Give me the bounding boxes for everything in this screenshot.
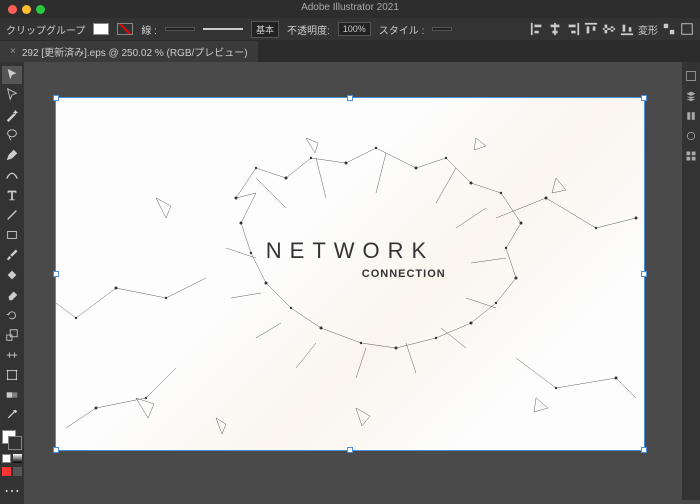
type-tool[interactable]: [2, 186, 22, 204]
resize-handle-ml[interactable]: [53, 271, 59, 277]
tools-panel: ⋯: [0, 62, 24, 504]
document-tab[interactable]: × 292 [更新済み].eps @ 250.02 % (RGB/プレビュー): [0, 41, 258, 62]
document-tab-strip: × 292 [更新済み].eps @ 250.02 % (RGB/プレビュー): [0, 40, 700, 62]
close-window-icon[interactable]: [8, 5, 17, 14]
pen-tool[interactable]: [2, 146, 22, 164]
align-top-icon[interactable]: [584, 22, 598, 36]
selection-bounding-box: [55, 97, 645, 451]
align-left-icon[interactable]: [530, 22, 544, 36]
minimize-window-icon[interactable]: [22, 5, 31, 14]
style-select[interactable]: [432, 27, 452, 31]
color-panel-icon[interactable]: [685, 130, 697, 142]
fill-stroke-swatches[interactable]: [2, 430, 22, 450]
align-center-v-icon[interactable]: [602, 22, 616, 36]
brush-definition-select[interactable]: 基本: [251, 21, 279, 38]
artboard[interactable]: NETWORK CONNECTION: [56, 98, 644, 450]
align-bottom-icon[interactable]: [620, 22, 634, 36]
panel-dock-right: [682, 62, 700, 500]
align-center-h-icon[interactable]: [548, 22, 562, 36]
stroke-label: 線 :: [141, 22, 157, 37]
resize-handle-bm[interactable]: [347, 447, 353, 453]
control-bar: クリップグループ 線 : 基本 不透明度: 100% スタイル : 変形: [0, 18, 700, 40]
eyedropper-tool[interactable]: [2, 406, 22, 424]
edit-toolbar-icon[interactable]: ⋯: [2, 482, 22, 500]
transform-label: 変形: [638, 22, 658, 37]
screen-mode-row[interactable]: [2, 467, 22, 476]
width-tool[interactable]: [2, 346, 22, 364]
stroke-preview-icon: [203, 28, 243, 30]
gradient-tool[interactable]: [2, 386, 22, 404]
line-tool[interactable]: [2, 206, 22, 224]
libraries-panel-icon[interactable]: [685, 110, 697, 122]
swatches-panel-icon[interactable]: [685, 150, 697, 162]
layers-panel-icon[interactable]: [685, 90, 697, 102]
selection-tool[interactable]: [2, 66, 22, 84]
rotate-tool[interactable]: [2, 306, 22, 324]
app-title: Adobe Illustrator 2021: [301, 2, 399, 13]
paintbrush-tool[interactable]: [2, 246, 22, 264]
resize-handle-tr[interactable]: [641, 95, 647, 101]
selection-type-label: クリップグループ: [6, 22, 85, 37]
opacity-input[interactable]: 100%: [338, 22, 371, 36]
window-controls: Adobe Illustrator 2021: [0, 0, 700, 18]
color-mode-row[interactable]: [2, 454, 22, 463]
isolate-icon[interactable]: [662, 22, 676, 36]
magic-wand-tool[interactable]: [2, 106, 22, 124]
tab-label: 292 [更新済み].eps @ 250.02 % (RGB/プレビュー): [22, 44, 248, 59]
style-label: スタイル :: [379, 22, 425, 37]
resize-handle-tl[interactable]: [53, 95, 59, 101]
resize-handle-br[interactable]: [641, 447, 647, 453]
maximize-window-icon[interactable]: [36, 5, 45, 14]
fill-swatch[interactable]: [93, 23, 109, 35]
lasso-tool[interactable]: [2, 126, 22, 144]
align-right-icon[interactable]: [566, 22, 580, 36]
scale-tool[interactable]: [2, 326, 22, 344]
curvature-tool[interactable]: [2, 166, 22, 184]
free-transform-tool[interactable]: [2, 366, 22, 384]
close-tab-icon[interactable]: ×: [10, 46, 16, 57]
direct-selection-tool[interactable]: [2, 86, 22, 104]
resize-handle-bl[interactable]: [53, 447, 59, 453]
edit-clip-icon[interactable]: [680, 22, 694, 36]
properties-panel-icon[interactable]: [685, 70, 697, 82]
resize-handle-mr[interactable]: [641, 271, 647, 277]
resize-handle-tm[interactable]: [347, 95, 353, 101]
opacity-label: 不透明度:: [287, 22, 330, 37]
shaper-tool[interactable]: [2, 266, 22, 284]
stroke-weight-input[interactable]: [165, 27, 195, 31]
stroke-swatch[interactable]: [117, 23, 133, 35]
workspace: ⋯ NETWORK CONNECTION: [0, 62, 700, 500]
rectangle-tool[interactable]: [2, 226, 22, 244]
eraser-tool[interactable]: [2, 286, 22, 304]
